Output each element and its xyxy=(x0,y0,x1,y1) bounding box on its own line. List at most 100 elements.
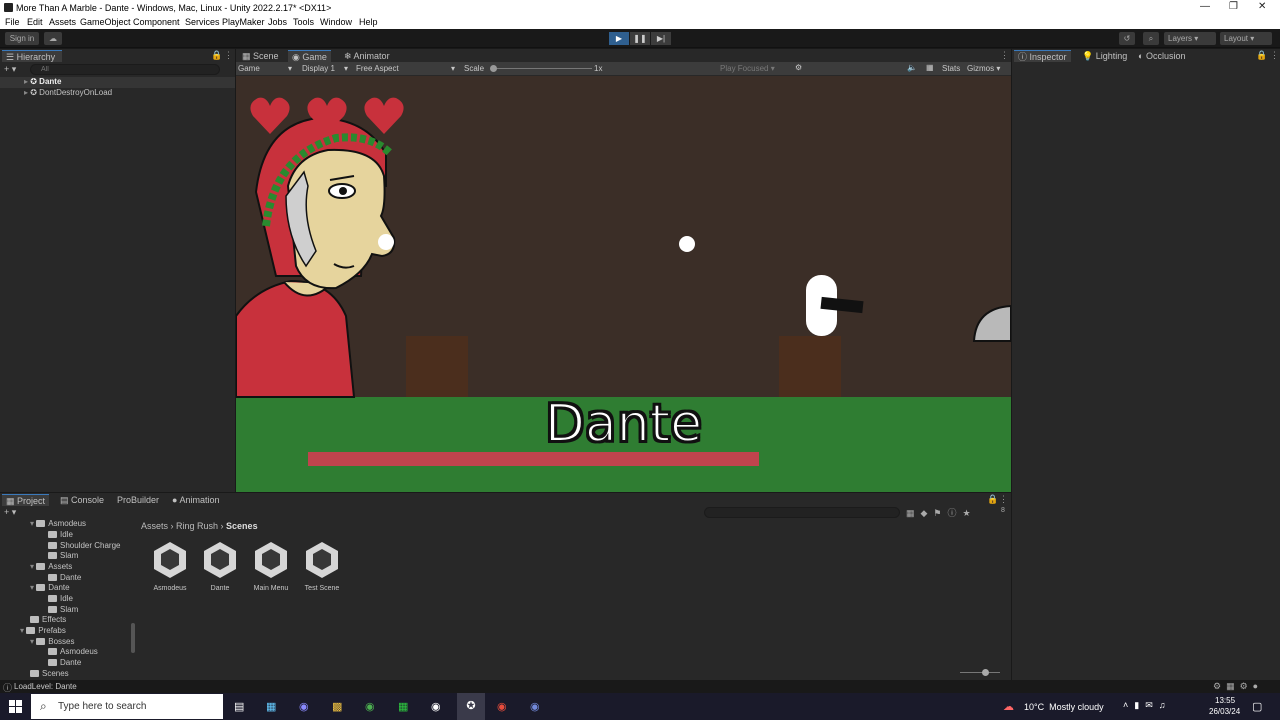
menu-gameobject[interactable]: GameObject xyxy=(80,17,131,27)
task-view-icon[interactable]: ▤ xyxy=(234,700,244,713)
tab-occlusion[interactable]: ◐ Occlusion xyxy=(1134,50,1189,62)
more-icon[interactable]: ⋮ xyxy=(1000,50,1009,61)
layers-dropdown[interactable]: Layers ▾ xyxy=(1164,32,1216,45)
chrome-icon-2[interactable]: ◉ xyxy=(497,700,507,713)
tree-item[interactable]: Dante xyxy=(48,658,81,667)
tree-item[interactable]: ▾ Prefabs xyxy=(20,626,66,635)
stats-button[interactable]: Stats xyxy=(942,64,960,73)
chrome-icon[interactable]: ◉ xyxy=(365,700,375,713)
discord-icon[interactable]: ◉ xyxy=(530,700,540,713)
tab-project[interactable]: ▦ Project xyxy=(2,494,50,506)
menu-edit[interactable]: Edit xyxy=(27,17,43,27)
taskbar-time[interactable]: 13:55 xyxy=(1215,696,1235,705)
sign-in-button[interactable]: Sign in xyxy=(5,32,39,45)
maximize-button[interactable]: ❐ xyxy=(1229,1,1238,12)
weather-text[interactable]: 10°C Mostly cloudy xyxy=(1024,702,1104,712)
cloud-icon[interactable]: ☁ xyxy=(44,32,62,45)
taskbar-search-box[interactable]: ⌕ Type here to search xyxy=(31,694,223,719)
file-explorer-icon[interactable]: ▩ xyxy=(332,700,342,713)
menu-window[interactable]: Window xyxy=(320,17,352,27)
display-dropdown[interactable]: Display 1 ▾ xyxy=(302,64,352,73)
search-icon[interactable]: ⌕ xyxy=(1143,32,1159,45)
tab-animation[interactable]: ● Animation xyxy=(168,494,223,506)
tree-item[interactable]: Slam xyxy=(48,551,78,560)
menu-playmaker[interactable]: PlayMaker xyxy=(222,17,265,27)
scale-slider[interactable] xyxy=(492,68,592,69)
lock-icon[interactable]: 🔒 xyxy=(211,50,222,61)
tree-item[interactable]: ▾ Asmodeus xyxy=(30,519,86,528)
teams-icon[interactable]: ◉ xyxy=(299,700,309,713)
breadcrumb-ring-rush[interactable]: Ring Rush xyxy=(176,521,218,531)
pause-button[interactable]: ❚❚ xyxy=(630,32,650,45)
menu-jobs[interactable]: Jobs xyxy=(268,17,287,27)
tab-inspector[interactable]: ⓘ Inspector xyxy=(1014,50,1071,62)
lock-icon[interactable]: 🔒 xyxy=(1256,50,1267,61)
bug-icon[interactable]: ⚙ xyxy=(795,63,802,72)
tree-item[interactable]: Dante xyxy=(48,573,81,582)
status-icons[interactable]: ⚙▦⚙● xyxy=(1213,681,1263,692)
tree-item[interactable]: ▾ Dante xyxy=(30,583,70,592)
minimize-button[interactable]: — xyxy=(1200,1,1210,12)
add-button[interactable]: + ▾ xyxy=(4,64,16,75)
app-green-icon[interactable]: ▦ xyxy=(398,700,408,713)
menu-tools[interactable]: Tools xyxy=(293,17,314,27)
gizmos-dropdown[interactable]: Gizmos ▾ xyxy=(967,64,1000,73)
filter-icons[interactable]: ▦◆⚑ⓘ★ xyxy=(906,506,977,519)
tree-item[interactable]: Idle xyxy=(48,594,73,603)
tree-item[interactable]: Slam xyxy=(48,605,78,614)
play-button[interactable]: ▶ xyxy=(609,32,629,45)
menu-help[interactable]: Help xyxy=(359,17,378,27)
icon-size-slider[interactable] xyxy=(960,672,1000,673)
mute-audio-icon[interactable]: 🔈 xyxy=(907,63,917,72)
tab-lighting[interactable]: 💡 Lighting xyxy=(1078,50,1131,62)
menu-component[interactable]: Component xyxy=(133,17,180,27)
scene-item-dontdestroyonload[interactable]: ▸ ✪ DontDestroyOnLoad xyxy=(24,88,112,97)
tab-probuilder[interactable]: ProBuilder xyxy=(113,494,163,506)
breadcrumb-assets[interactable]: Assets xyxy=(141,521,168,531)
tree-item[interactable]: ▾ Bosses xyxy=(30,637,74,646)
unity-taskbar-icon[interactable]: ✪ xyxy=(457,693,485,720)
tab-animator[interactable]: ❄ Animator xyxy=(340,50,394,62)
tray-icons[interactable]: ˄▮✉♫ xyxy=(1123,700,1172,711)
icon-size-slider-handle[interactable] xyxy=(982,669,989,676)
more-icon[interactable]: ⋮ xyxy=(999,494,1008,505)
tab-console[interactable]: ▤ Console xyxy=(56,494,108,506)
game-render-area[interactable]: Dante xyxy=(236,76,1011,492)
status-message[interactable]: LoadLevel: Dante xyxy=(14,682,77,691)
scene-asset[interactable]: Test Scene xyxy=(300,541,344,592)
tree-item[interactable]: Scenes xyxy=(30,669,69,678)
tab-scene[interactable]: ▦ Scene xyxy=(238,50,283,62)
more-icon[interactable]: ⋮ xyxy=(1270,50,1279,61)
lock-icon[interactable]: 🔒 xyxy=(987,494,998,505)
aspect-dropdown[interactable]: Free Aspect ▾ xyxy=(356,64,458,73)
breadcrumb-scenes[interactable]: Scenes xyxy=(226,521,258,531)
history-icon[interactable]: ↺ xyxy=(1119,32,1135,45)
scene-asset[interactable]: Dante xyxy=(198,541,242,592)
tree-item[interactable]: Idle xyxy=(48,530,73,539)
tree-item[interactable]: Shoulder Charge xyxy=(48,541,120,550)
more-icon[interactable]: ⋮ xyxy=(224,50,233,61)
taskbar-date[interactable]: 26/03/24 xyxy=(1209,707,1240,716)
tree-item[interactable]: Effects xyxy=(30,615,66,624)
menu-file[interactable]: File xyxy=(5,17,20,27)
notification-icon[interactable]: ▢ xyxy=(1252,700,1262,713)
scene-item-dante[interactable]: ▸ ✪ Dante xyxy=(24,77,61,86)
tree-item[interactable]: ▾ Assets xyxy=(30,562,72,571)
scale-slider-handle[interactable] xyxy=(490,65,497,72)
play-focused-dropdown[interactable]: Play Focused ▾ xyxy=(720,64,775,73)
obs-icon[interactable]: ◉ xyxy=(431,700,441,713)
windows-start-icon[interactable] xyxy=(9,700,22,713)
project-add-button[interactable]: + ▾ xyxy=(4,507,16,518)
close-button[interactable]: ✕ xyxy=(1258,1,1266,12)
scene-asset[interactable]: Asmodeus xyxy=(148,541,192,592)
tab-hierarchy[interactable]: ☰ Hierarchy xyxy=(2,50,62,62)
layout-dropdown[interactable]: Layout ▾ xyxy=(1220,32,1272,45)
menu-assets[interactable]: Assets xyxy=(49,17,76,27)
grid-icon[interactable]: ▦ xyxy=(926,63,934,72)
tab-game[interactable]: ◉ Game xyxy=(288,50,331,62)
step-button[interactable]: ▶| xyxy=(651,32,671,45)
menu-services[interactable]: Services xyxy=(185,17,220,27)
game-mode-dropdown[interactable]: Game ▾ xyxy=(238,64,296,73)
project-search-input[interactable] xyxy=(704,507,900,518)
scene-asset[interactable]: Main Menu xyxy=(249,541,293,592)
